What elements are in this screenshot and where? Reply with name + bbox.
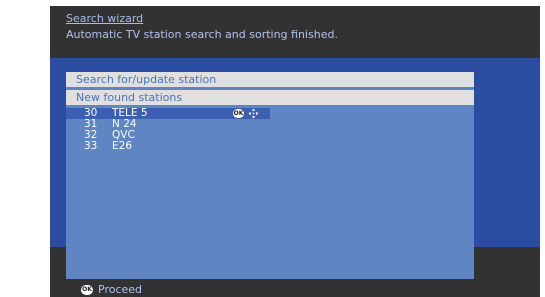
ok-icon: OK bbox=[81, 284, 93, 295]
station-list: 30 TELE 5 OK 31 N 24 32 QVC 33 E26 bbox=[66, 108, 474, 152]
section-header-new-stations: New found stations bbox=[66, 90, 474, 105]
menu-item-search-update[interactable]: Search for/update station bbox=[66, 72, 474, 87]
station-panel: Search for/update station New found stat… bbox=[66, 72, 474, 279]
ok-icon: OK bbox=[233, 109, 244, 118]
row-controls: OK bbox=[233, 108, 259, 119]
tv-screen: Search wizard Automatic TV station searc… bbox=[50, 6, 540, 297]
header: Search wizard Automatic TV station searc… bbox=[50, 6, 540, 58]
station-row[interactable]: 33 E26 bbox=[66, 141, 474, 152]
station-number: 33 bbox=[84, 140, 98, 152]
page-title: Search wizard bbox=[66, 12, 144, 25]
nav-arrows-icon bbox=[248, 108, 259, 119]
proceed-label: Proceed bbox=[98, 283, 143, 296]
page-subtitle: Automatic TV station search and sorting … bbox=[66, 28, 338, 41]
station-name: E26 bbox=[112, 140, 132, 152]
proceed-button[interactable]: OK Proceed bbox=[81, 283, 142, 296]
